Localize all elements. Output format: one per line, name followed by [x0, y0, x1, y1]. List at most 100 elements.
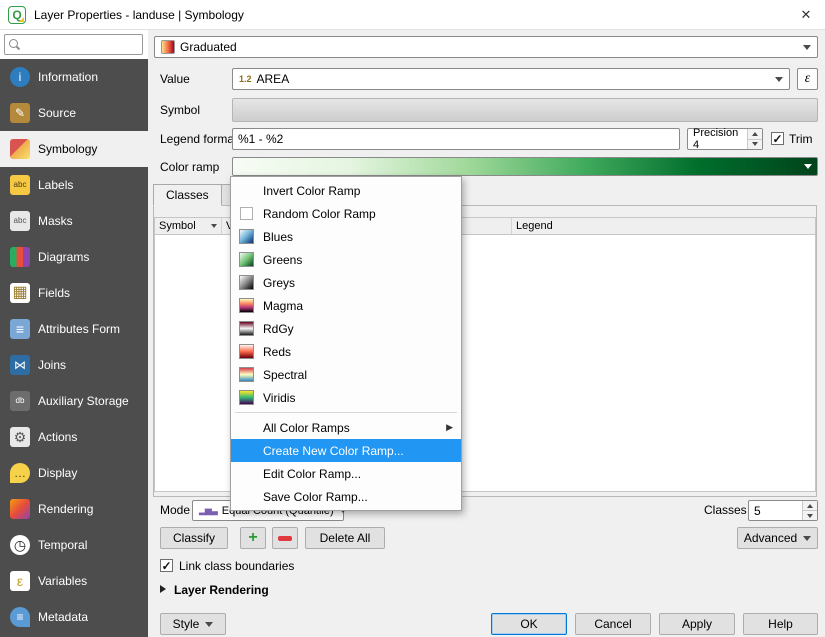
- sidebar-item-label: Symbology: [38, 142, 97, 156]
- menu-item[interactable]: All Color Ramps ▶: [231, 416, 461, 439]
- menu-item[interactable]: Reds: [231, 340, 461, 363]
- menu-item-label: Edit Color Ramp...: [263, 467, 361, 481]
- reds-ramp-swatch: [239, 344, 254, 359]
- menu-item[interactable]: Magma: [231, 294, 461, 317]
- qgis-logo-icon: Q: [8, 6, 26, 24]
- menu-item-label: Blues: [263, 230, 293, 244]
- classify-button[interactable]: Classify: [160, 527, 228, 549]
- ok-button[interactable]: OK: [491, 613, 567, 635]
- blues-ramp-swatch: [239, 229, 254, 244]
- masks-icon: abc: [10, 211, 30, 231]
- close-window-button[interactable]: ✕: [795, 4, 817, 26]
- add-class-button[interactable]: +: [240, 527, 266, 549]
- apply-button[interactable]: Apply: [659, 613, 735, 635]
- precision-value: Precision 4: [693, 127, 747, 151]
- menu-item-label: Greens: [263, 253, 302, 267]
- expression-builder-button[interactable]: ε: [797, 68, 818, 90]
- menu-item[interactable]: RdGy: [231, 317, 461, 340]
- tab-label: Classes: [166, 188, 209, 202]
- value-field-combo[interactable]: 1.2 AREA: [232, 68, 790, 90]
- sidebar-item[interactable]: ε Variables: [0, 563, 148, 599]
- sidebar-item-label: Temporal: [38, 538, 87, 552]
- precision-spinbox[interactable]: Precision 4: [687, 128, 763, 150]
- sidebar-item[interactable]: ≡ Attributes Form: [0, 311, 148, 347]
- sidebar-item-label: Fields: [38, 286, 70, 300]
- menu-item[interactable]: Invert Color Ramp: [231, 179, 461, 202]
- sidebar-item-label: Metadata: [38, 610, 88, 624]
- random-color-ramp-checkbox: [240, 207, 253, 220]
- display-icon: …: [10, 463, 30, 483]
- precision-spin-up[interactable]: [748, 129, 762, 140]
- menu-item[interactable]: [231, 409, 461, 416]
- sidebar-nav: i Information ✎ Source Symbology abc Lab…: [0, 59, 148, 637]
- chevron-down-icon: [804, 164, 812, 169]
- symbol-column-header[interactable]: Symbol: [155, 218, 222, 234]
- sidebar-item[interactable]: i Information: [0, 59, 148, 95]
- sidebar-item[interactable]: Diagrams: [0, 239, 148, 275]
- link-class-boundaries-label: Link class boundaries: [179, 555, 294, 577]
- sidebar-item[interactable]: ▦ Fields: [0, 275, 148, 311]
- legend-column-header[interactable]: Legend: [512, 218, 815, 234]
- sidebar-item[interactable]: ≡ Metadata: [0, 599, 148, 635]
- color-ramp-label: Color ramp: [160, 156, 219, 178]
- sidebar-item[interactable]: … Display: [0, 455, 148, 491]
- joins-icon: ⋈: [10, 355, 30, 375]
- delete-all-button[interactable]: Delete All: [305, 527, 385, 549]
- advanced-button[interactable]: Advanced: [737, 527, 818, 549]
- color-ramp-dropdown[interactable]: [232, 157, 818, 176]
- symbol-label: Symbol: [160, 99, 200, 121]
- temporal-icon: ◷: [10, 535, 30, 555]
- sidebar-item[interactable]: Rendering: [0, 491, 148, 527]
- menu-item-label: All Color Ramps: [263, 421, 350, 435]
- search-input[interactable]: [24, 39, 124, 51]
- legend-format-input[interactable]: [232, 128, 680, 150]
- sidebar-item[interactable]: ⋈ Joins: [0, 347, 148, 383]
- sidebar-item-label: Labels: [38, 178, 73, 192]
- menu-item[interactable]: Save Color Ramp...: [231, 485, 461, 508]
- menu-item[interactable]: Blues: [231, 225, 461, 248]
- search-icon: [8, 38, 21, 51]
- sidebar-item[interactable]: db Auxiliary Storage: [0, 383, 148, 419]
- expand-triangle-icon[interactable]: [160, 585, 166, 593]
- menu-item[interactable]: Greens: [231, 248, 461, 271]
- sidebar-item[interactable]: ⚙ Actions: [0, 419, 148, 455]
- sidebar-item-label: Display: [38, 466, 77, 480]
- plus-icon: +: [248, 530, 257, 546]
- precision-spin-down[interactable]: [748, 140, 762, 150]
- menu-item-label: Magma: [263, 299, 303, 313]
- cancel-button[interactable]: Cancel: [575, 613, 651, 635]
- classes-spinbox[interactable]: 5: [748, 500, 818, 521]
- diagrams-icon: [10, 247, 30, 267]
- tab[interactable]: Classes: [153, 184, 222, 206]
- renderer-type-combo[interactable]: Graduated: [154, 36, 818, 58]
- menu-item[interactable]: Greys: [231, 271, 461, 294]
- menu-item[interactable]: Random Color Ramp: [231, 202, 461, 225]
- menu-item[interactable]: Create New Color Ramp...: [231, 439, 461, 462]
- sidebar-item[interactable]: abc Labels: [0, 167, 148, 203]
- symbology-icon: [10, 139, 30, 159]
- sidebar: i Information ✎ Source Symbology abc Lab…: [0, 30, 148, 637]
- decimal-field-icon: 1.2: [239, 74, 252, 84]
- classes-spin-down[interactable]: [803, 511, 817, 520]
- classes-spin-up[interactable]: [803, 501, 817, 511]
- sidebar-item-label: Joins: [38, 358, 66, 372]
- layer-rendering-section-label[interactable]: Layer Rendering: [174, 579, 269, 601]
- remove-class-button[interactable]: [272, 527, 298, 549]
- menu-item-label: Invert Color Ramp: [263, 184, 360, 198]
- style-button[interactable]: Style: [160, 613, 226, 635]
- title-bar: Q Layer Properties - landuse | Symbology…: [0, 0, 825, 30]
- variables-icon: ε: [10, 571, 30, 591]
- menu-item[interactable]: Viridis: [231, 386, 461, 409]
- menu-item[interactable]: Spectral: [231, 363, 461, 386]
- symbol-preview-bar[interactable]: [232, 98, 818, 122]
- menu-item[interactable]: Edit Color Ramp...: [231, 462, 461, 485]
- trim-checkbox[interactable]: ✓: [771, 132, 784, 145]
- sidebar-item[interactable]: Symbology: [0, 131, 148, 167]
- link-class-boundaries-checkbox[interactable]: ✓: [160, 559, 173, 572]
- sidebar-item[interactable]: abc Masks: [0, 203, 148, 239]
- sidebar-item[interactable]: ◷ Temporal: [0, 527, 148, 563]
- help-button[interactable]: Help: [743, 613, 818, 635]
- sidebar-item[interactable]: ✎ Source: [0, 95, 148, 131]
- chevron-down-icon: [803, 536, 811, 541]
- auxiliary-storage-icon: db: [10, 391, 30, 411]
